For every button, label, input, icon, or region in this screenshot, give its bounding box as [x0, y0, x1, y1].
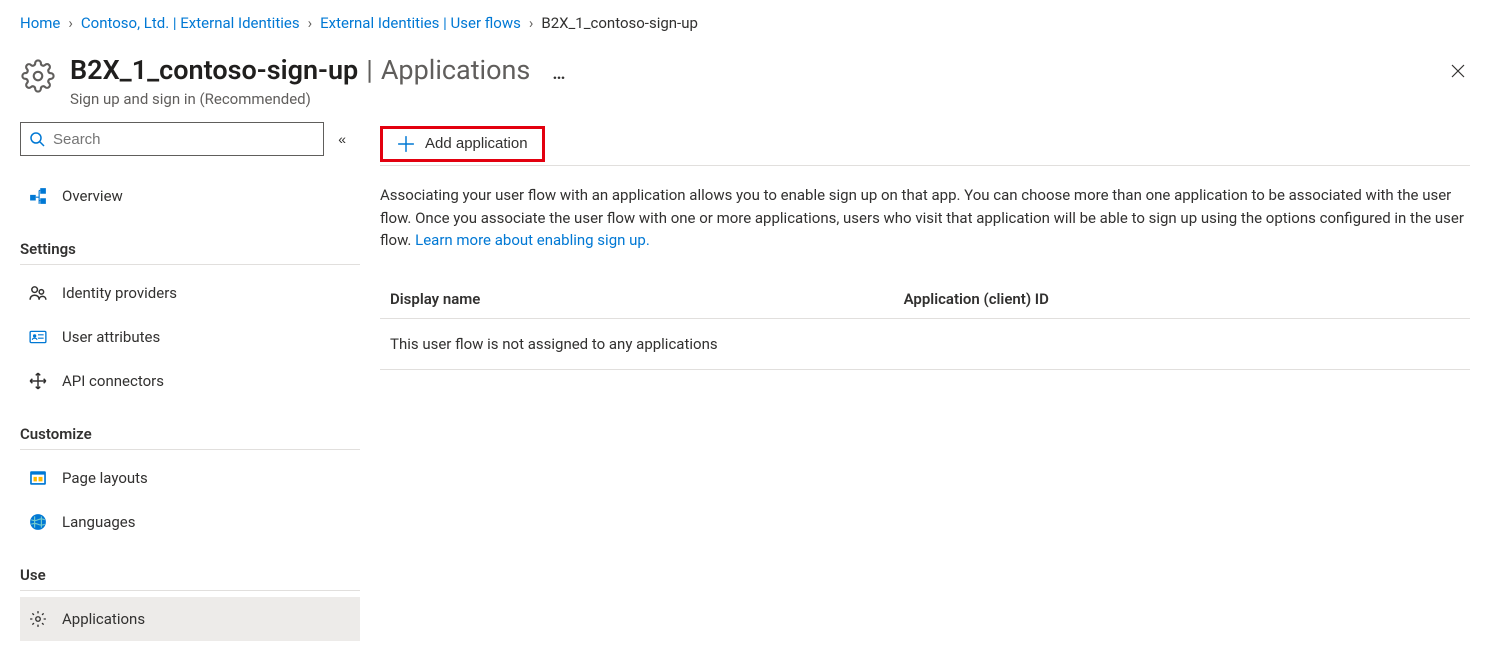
page-section: Applications — [381, 54, 531, 86]
sidebar-item-user-attributes[interactable]: User attributes — [20, 315, 360, 359]
close-icon — [1450, 63, 1466, 79]
sidebar-item-overview[interactable]: Overview — [20, 174, 360, 218]
column-application-id[interactable]: Application (client) ID — [904, 290, 1460, 308]
breadcrumb-current: B2X_1_contoso-sign-up — [541, 14, 698, 32]
sidebar-item-label: Overview — [62, 187, 123, 205]
column-display-name[interactable]: Display name — [390, 290, 904, 308]
page-subtitle: Sign up and sign in (Recommended) — [70, 90, 1474, 108]
overview-icon — [28, 186, 48, 206]
title-separator: | — [366, 54, 373, 86]
sidebar-item-page-layouts[interactable]: Page layouts — [20, 456, 360, 500]
add-application-button[interactable]: Add application — [380, 126, 545, 162]
sidebar-group-use: Use — [20, 566, 360, 591]
more-actions-button[interactable]: … — [552, 63, 565, 84]
chevron-right-icon: › — [308, 14, 313, 32]
chevron-right-icon: › — [68, 14, 73, 32]
sidebar-group-settings: Settings — [20, 240, 360, 265]
breadcrumb-external-identities[interactable]: External Identities | User flows — [320, 14, 521, 32]
gear-icon — [20, 58, 56, 94]
breadcrumb: Home › Contoso, Ltd. | External Identiti… — [0, 0, 1494, 40]
sidebar: « Overview Settings Identity providers U… — [0, 118, 360, 661]
add-application-label: Add application — [425, 135, 528, 152]
plus-icon — [397, 135, 415, 153]
sidebar-item-label: Identity providers — [62, 284, 177, 302]
close-button[interactable] — [1442, 58, 1474, 89]
learn-more-link[interactable]: Learn more about enabling sign up. — [415, 231, 650, 249]
description-text: Associating your user flow with an appli… — [380, 184, 1470, 252]
sidebar-item-label: Applications — [62, 610, 145, 628]
breadcrumb-home[interactable]: Home — [20, 14, 60, 32]
collapse-sidebar-button[interactable]: « — [334, 127, 350, 151]
people-icon — [28, 283, 48, 303]
sidebar-group-customize: Customize — [20, 425, 360, 450]
toolbar: Add application — [380, 122, 1470, 166]
page-title: B2X_1_contoso-sign-up — [70, 54, 358, 86]
sidebar-item-label: User attributes — [62, 328, 160, 346]
chevron-double-left-icon: « — [338, 131, 346, 147]
id-card-icon — [28, 327, 48, 347]
sidebar-item-label: Page layouts — [62, 469, 148, 487]
layout-icon — [28, 468, 48, 488]
gear-icon — [28, 609, 48, 629]
table-header: Display name Application (client) ID — [380, 280, 1470, 319]
sidebar-item-label: API connectors — [62, 372, 164, 390]
chevron-right-icon: › — [529, 14, 534, 32]
main-content: Add application Associating your user fl… — [360, 118, 1494, 661]
sidebar-item-languages[interactable]: Languages — [20, 500, 360, 544]
globe-icon — [28, 512, 48, 532]
search-icon — [29, 131, 45, 147]
sidebar-item-applications[interactable]: Applications — [20, 597, 360, 641]
sidebar-item-api-connectors[interactable]: API connectors — [20, 359, 360, 403]
table-empty-message: This user flow is not assigned to any ap… — [380, 319, 1470, 370]
breadcrumb-org[interactable]: Contoso, Ltd. | External Identities — [81, 14, 300, 32]
search-input[interactable] — [51, 130, 315, 149]
sidebar-item-label: Languages — [62, 513, 136, 531]
sidebar-item-identity-providers[interactable]: Identity providers — [20, 271, 360, 315]
move-icon — [28, 371, 48, 391]
page-header: B2X_1_contoso-sign-up | Applications … S… — [0, 40, 1494, 118]
search-box[interactable] — [20, 122, 324, 156]
